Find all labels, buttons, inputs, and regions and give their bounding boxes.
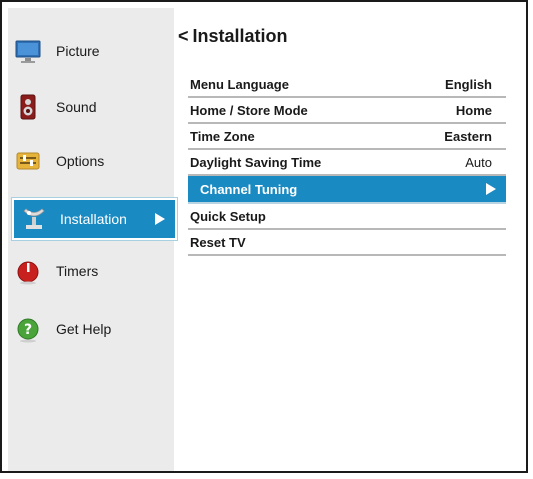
svg-text:?: ? — [24, 322, 32, 338]
sidebar-item-get-help[interactable]: ? Get Help — [8, 308, 174, 350]
timer-icon — [14, 257, 42, 285]
sidebar-item-label: Get Help — [56, 321, 112, 337]
row-value: Auto — [465, 154, 492, 170]
row-label: Home / Store Mode — [190, 102, 308, 118]
row-label: Quick Setup — [190, 208, 266, 224]
sidebar-item-installation[interactable]: Installation — [11, 197, 178, 241]
menu-row-quick-setup[interactable]: Quick Setup — [188, 204, 506, 230]
menu-row-time-zone[interactable]: Time Zone Eastern — [188, 124, 506, 150]
row-value: Eastern — [444, 128, 492, 144]
row-value: English — [445, 76, 492, 92]
speaker-icon — [14, 93, 42, 121]
row-value: Home — [455, 102, 492, 118]
row-label: Time Zone — [190, 128, 255, 144]
menu-row-menu-language[interactable]: Menu Language English — [188, 72, 506, 98]
menu-row-daylight-saving-time[interactable]: Daylight Saving Time Auto — [188, 150, 506, 176]
sidebar-item-label: Picture — [56, 43, 100, 59]
menu-row-home-store-mode[interactable]: Home / Store Mode Home — [188, 98, 506, 124]
menu-row-reset-tv[interactable]: Reset TV — [188, 230, 506, 256]
sidebar-item-timers[interactable]: Timers — [8, 250, 174, 292]
row-label: Menu Language — [190, 76, 289, 92]
sidebar-item-options[interactable]: Options — [8, 140, 174, 182]
sidebar-item-label: Installation — [60, 211, 127, 227]
monitor-icon — [14, 37, 42, 65]
sidebar-item-picture[interactable]: Picture — [8, 30, 174, 72]
satellite-icon — [20, 205, 48, 233]
tv-menu-window: Picture Sound Options Installation Timer… — [0, 0, 528, 473]
row-label: Daylight Saving Time — [190, 154, 322, 170]
sidebar: Picture Sound Options Installation Timer… — [8, 8, 178, 471]
sidebar-item-label: Timers — [56, 263, 99, 279]
row-label: Reset TV — [190, 234, 246, 250]
options-icon — [14, 147, 42, 175]
sidebar-item-sound[interactable]: Sound — [8, 86, 174, 128]
chevron-right-icon — [155, 213, 165, 225]
row-label: Channel Tuning — [200, 181, 298, 197]
chevron-right-icon — [486, 183, 496, 195]
menu-row-channel-tuning[interactable]: Channel Tuning — [188, 176, 506, 204]
main-panel: < Installation Menu Language English Hom… — [174, 8, 520, 471]
page-title-text: Installation — [192, 26, 288, 46]
page-title[interactable]: < Installation — [178, 26, 288, 47]
sidebar-item-label: Sound — [56, 99, 97, 115]
help-icon: ? — [14, 315, 42, 343]
settings-list: Menu Language English Home / Store Mode … — [188, 72, 506, 256]
back-chevron-icon[interactable]: < — [178, 26, 189, 47]
sidebar-item-label: Options — [56, 153, 105, 169]
